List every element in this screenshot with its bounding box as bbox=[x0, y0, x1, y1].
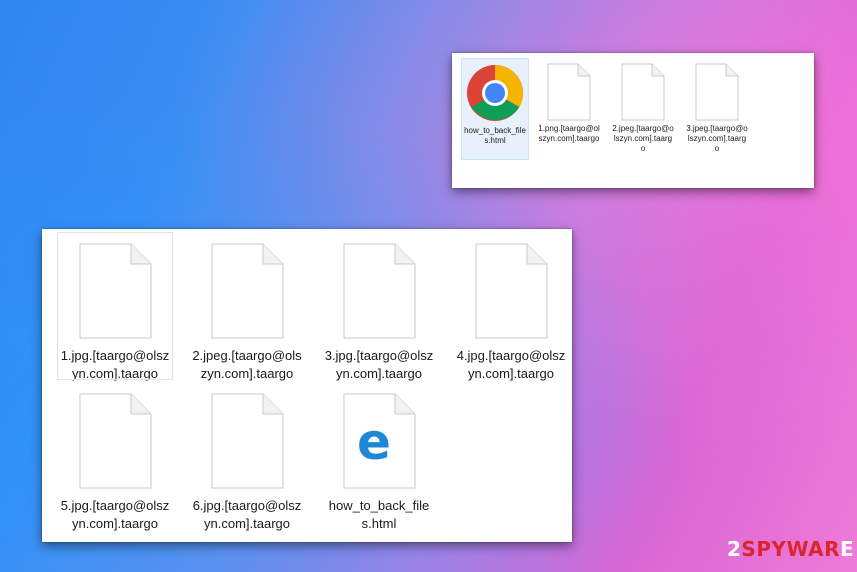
blank-file-icon bbox=[211, 393, 284, 489]
file-name: 4.jpg.[taargo@olszyn.com].taargo bbox=[456, 348, 566, 381]
file-name: 1.jpg.[taargo@olszyn.com].taargo bbox=[60, 348, 170, 381]
file-item[interactable]: 1.png.[taargo@olszyn.com].taargo bbox=[536, 59, 602, 159]
file-name: how_to_back_files.html bbox=[328, 498, 430, 531]
blank-file-icon bbox=[621, 63, 665, 121]
file-item[interactable]: e how_to_back_files.html bbox=[322, 383, 436, 531]
file-name: 5.jpg.[taargo@olszyn.com].taargo bbox=[60, 498, 170, 531]
file-name: 1.png.[taargo@olszyn.com].taargo bbox=[538, 124, 600, 143]
file-item[interactable]: 1.jpg.[taargo@olszyn.com].taargo bbox=[57, 232, 173, 381]
site-watermark: 2SPYWARE bbox=[727, 537, 855, 561]
file-name: 3.jpeg.[taargo@olszyn.com].taargo bbox=[686, 124, 748, 153]
file-item[interactable]: 2.jpeg.[taargo@olszyn.com].taargo bbox=[610, 59, 676, 159]
top-explorer-window: how_to_back_files.html 1.png.[taargo@ols… bbox=[452, 53, 814, 188]
blank-file-icon bbox=[343, 243, 416, 339]
edge-html-file-icon: e bbox=[343, 393, 416, 489]
file-item[interactable]: how_to_back_files.html bbox=[461, 58, 529, 160]
chrome-icon bbox=[467, 65, 524, 121]
file-item[interactable]: 3.jpeg.[taargo@olszyn.com].taargo bbox=[684, 59, 750, 159]
file-name: 3.jpg.[taargo@olszyn.com].taargo bbox=[324, 348, 434, 381]
file-name: 6.jpg.[taargo@olszyn.com].taargo bbox=[192, 498, 302, 531]
blank-file-icon bbox=[79, 393, 152, 489]
file-name: 2.jpeg.[taargo@olszyn.com].taargo bbox=[612, 124, 674, 153]
file-item[interactable]: 6.jpg.[taargo@olszyn.com].taargo bbox=[190, 383, 304, 531]
file-item[interactable]: 5.jpg.[taargo@olszyn.com].taargo bbox=[58, 383, 172, 531]
file-item[interactable]: 2.jpeg.[taargo@olszyn.com].taargo bbox=[190, 233, 304, 381]
blank-file-icon bbox=[475, 243, 548, 339]
bottom-explorer-window: 1.jpg.[taargo@olszyn.com].taargo 2.jpeg.… bbox=[42, 229, 572, 542]
file-name: 2.jpeg.[taargo@olszyn.com].taargo bbox=[192, 348, 302, 381]
blank-file-icon bbox=[547, 63, 591, 121]
blank-file-icon bbox=[79, 243, 152, 339]
blank-file-icon bbox=[211, 243, 284, 339]
file-item[interactable]: 4.jpg.[taargo@olszyn.com].taargo bbox=[454, 233, 568, 381]
file-item[interactable]: 3.jpg.[taargo@olszyn.com].taargo bbox=[322, 233, 436, 381]
blank-file-icon bbox=[695, 63, 739, 121]
file-name: how_to_back_files.html bbox=[464, 126, 526, 145]
svg-text:e: e bbox=[357, 413, 391, 471]
